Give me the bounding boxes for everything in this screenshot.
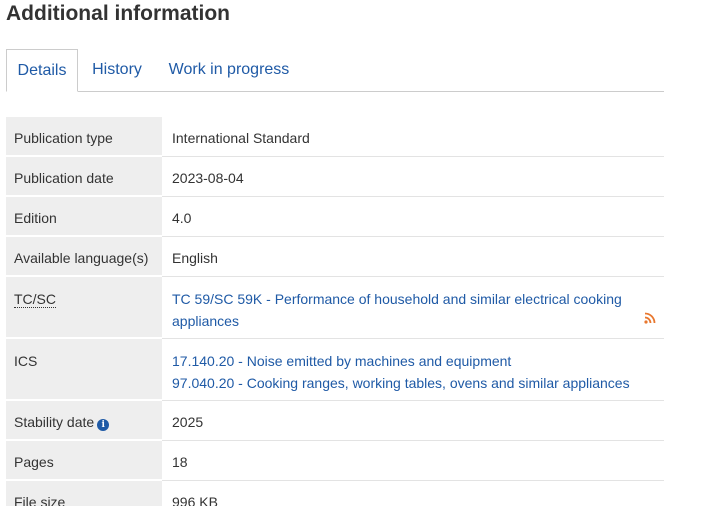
publication-type-value: International Standard: [162, 117, 664, 157]
ics-link-97-040-20[interactable]: 97.040.20 - Cooking ranges, working tabl…: [172, 375, 630, 391]
section-title: Additional information: [6, 2, 230, 25]
table-row: Pages 18: [6, 441, 664, 481]
pages-label: Pages: [6, 441, 162, 481]
pages-value: 18: [162, 441, 664, 481]
tc-sc-link[interactable]: TC 59/SC 59K - Performance of household …: [172, 291, 622, 329]
stability-date-label: Stability date i: [6, 401, 162, 441]
details-table: Publication type International Standard …: [6, 117, 664, 506]
tab-history[interactable]: History: [92, 49, 142, 91]
table-row: Stability date i 2025: [6, 401, 664, 441]
table-row: TC/SC TC 59/SC 59K - Performance of hous…: [6, 277, 664, 339]
table-row: Available language(s) English: [6, 237, 664, 277]
table-row: Edition 4.0: [6, 197, 664, 237]
publication-date-value: 2023-08-04: [162, 157, 664, 197]
tc-sc-label: TC/SC: [6, 277, 162, 339]
publication-date-label: Publication date: [6, 157, 162, 197]
publication-type-label: Publication type: [6, 117, 162, 157]
tab-details[interactable]: Details: [6, 49, 78, 92]
info-icon[interactable]: i: [97, 419, 110, 431]
additional-information-panel: Additional information Details History W…: [0, 0, 702, 506]
ics-value: 17.140.20 - Noise emitted by machines an…: [162, 339, 664, 401]
table-row: File size 996 KB: [6, 481, 664, 506]
file-size-label: File size: [6, 481, 162, 506]
tc-sc-value: TC 59/SC 59K - Performance of household …: [162, 277, 664, 339]
table-row: ICS 17.140.20 - Noise emitted by machine…: [6, 339, 664, 401]
tab-work-in-progress[interactable]: Work in progress: [168, 49, 290, 91]
file-size-unit: KB: [199, 494, 218, 506]
languages-value: English: [162, 237, 664, 277]
edition-value: 4.0: [162, 197, 664, 237]
file-size-value: 996 KB: [162, 481, 664, 506]
ics-link-17-140-20[interactable]: 17.140.20 - Noise emitted by machines an…: [172, 353, 511, 369]
ics-label: ICS: [6, 339, 162, 401]
stability-date-value: 2025: [162, 401, 664, 441]
tab-bar: Details History Work in progress: [6, 49, 664, 92]
languages-label: Available language(s): [6, 237, 162, 277]
table-row: Publication type International Standard: [6, 117, 664, 157]
rss-feed-icon[interactable]: [644, 312, 656, 324]
table-row: Publication date 2023-08-04: [6, 157, 664, 197]
edition-label: Edition: [6, 197, 162, 237]
